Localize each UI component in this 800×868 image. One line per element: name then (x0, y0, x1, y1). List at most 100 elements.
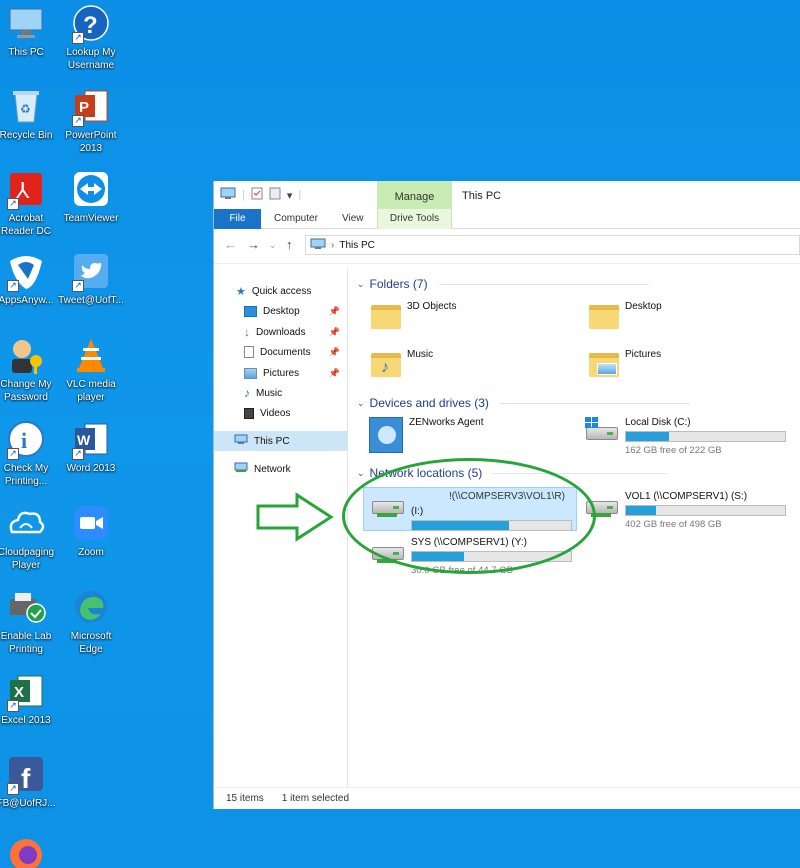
tab-computer[interactable]: Computer (274, 209, 318, 229)
nav-label: Documents (260, 346, 311, 358)
desktop-icon-check-printing[interactable]: i ↗ Check My Printing... (0, 418, 61, 488)
computer-icon[interactable] (220, 187, 236, 203)
chevron-down-icon: ⌄ (357, 397, 365, 408)
annotation-arrow-icon (256, 492, 334, 542)
desktop-icon-vlc[interactable]: VLC media player (56, 334, 126, 404)
acrobat-icon: ⅄ ↗ (5, 168, 47, 210)
powerpoint-icon: P ↗ (70, 85, 112, 127)
facebook-icon: f ↗ (5, 753, 47, 795)
pin-icon[interactable]: 📌 (329, 327, 340, 338)
pin-icon[interactable]: 📌 (329, 347, 340, 358)
chevron-down-icon: ⌄ (357, 467, 365, 478)
group-label: Folders (7) (369, 277, 428, 291)
nav-label: Quick access (251, 285, 312, 297)
group-header-devices[interactable]: ⌄ Devices and drives (3) (357, 396, 690, 410)
nav-label: Pictures (263, 367, 300, 379)
chevron-down-icon: ⌄ (357, 278, 365, 289)
address-box[interactable]: › This PC (305, 235, 800, 255)
device-local-disk-c[interactable]: Local Disk (C:) 162 GB free of 222 GB (583, 417, 786, 456)
nav-quick-access[interactable]: ★ Quick access (236, 281, 311, 301)
folder-pictures[interactable]: Pictures (589, 349, 661, 377)
desktop-icon (244, 305, 257, 317)
breadcrumb-this-pc[interactable]: This PC (339, 240, 375, 251)
desktop-icon-recycle-bin[interactable]: ♻ Recycle Bin (0, 85, 61, 142)
desktop-icon-excel[interactable]: X ↗ Excel 2013 (0, 670, 61, 727)
tab-view[interactable]: View (342, 209, 364, 229)
forward-arrow-icon[interactable]: → (247, 237, 260, 252)
desktop-icon-teamviewer[interactable]: TeamViewer (56, 168, 126, 225)
svg-text:f: f (21, 763, 31, 793)
question-icon: ? ↗ (70, 2, 112, 44)
appsanywhere-icon: ↗ (5, 250, 47, 292)
svg-text:P: P (79, 99, 89, 116)
cloud-icon (5, 502, 47, 544)
desktop-icon-this-pc[interactable]: This PC (0, 2, 61, 59)
music-note-icon: ♪ (244, 386, 250, 400)
nav-item-desktop[interactable]: Desktop 📌 (244, 301, 344, 321)
device-zenworks-agent[interactable]: ZENworks Agent (369, 417, 483, 453)
desktop-icon-change-password[interactable]: Change My Password (0, 334, 61, 404)
nav-label: Videos (260, 407, 291, 419)
pin-icon[interactable]: 📌 (329, 368, 340, 379)
nav-item-music[interactable]: ♪ Music (244, 383, 282, 403)
manage-context-tab[interactable]: Manage (377, 181, 452, 209)
nav-item-videos[interactable]: Videos (244, 403, 290, 423)
nav-item-this-pc[interactable]: This PC (214, 431, 347, 451)
desktop-icon-twitter[interactable]: ↗ Tweet@UofT... (56, 250, 126, 307)
desktop-icon-firefox[interactable] (0, 834, 61, 868)
nav-item-network[interactable]: Network (234, 459, 291, 479)
annotation-ellipse (342, 458, 596, 574)
download-arrow-icon: ↓ (244, 325, 250, 339)
excel-icon: X ↗ (5, 670, 47, 712)
drive-label: VOL1 (\\COMPSERV1) (S:) (625, 491, 748, 502)
nav-item-documents[interactable]: Documents 📌 (244, 342, 344, 362)
network-icon (234, 462, 248, 476)
desktop-icon-lookup-username[interactable]: ? ↗ Lookup My Username (56, 2, 126, 72)
folder-music[interactable]: ♪ Music (371, 349, 433, 377)
desktop-icon-appsanywhere[interactable]: ↗ AppsAnyw... (0, 250, 61, 307)
drive-usage-bar (625, 431, 786, 442)
properties-icon[interactable] (251, 187, 263, 203)
ribbon-tabs: File Computer View Drive Tools (214, 209, 800, 229)
desktop-icon-word[interactable]: W ↗ Word 2013 (56, 418, 126, 475)
drive-usage-fill (626, 506, 657, 515)
recent-locations-chevron-icon[interactable]: ⌄ (269, 240, 277, 251)
info-icon: i ↗ (5, 418, 47, 460)
desktop-icon-zoom[interactable]: Zoom (56, 502, 126, 559)
drive-usage-fill (626, 432, 669, 441)
back-arrow-icon[interactable]: ← (224, 237, 237, 252)
status-bar: 15 items 1 item selected (214, 787, 800, 809)
documents-icon (244, 346, 254, 358)
customize-toolbar-icon[interactable]: ▾ (287, 189, 293, 202)
desktop-icon-edge[interactable]: Microsoft Edge (56, 586, 126, 656)
teamviewer-icon (70, 168, 112, 210)
nav-item-pictures[interactable]: Pictures 📌 (244, 363, 344, 383)
desktop-icon-facebook[interactable]: f ↗ FB@UofRJ... (0, 753, 61, 810)
device-label: ZENworks Agent (409, 417, 484, 428)
folder-label: Pictures (625, 349, 662, 360)
pictures-folder-icon (589, 349, 619, 377)
tab-file[interactable]: File (214, 209, 261, 229)
folder-desktop[interactable]: Desktop (589, 301, 662, 329)
nav-label: Downloads (256, 326, 306, 338)
nav-label: Desktop (263, 305, 300, 317)
desktop-icon-enable-lab-printing[interactable]: Enable Lab Printing (0, 586, 61, 656)
drive-usage-bar (625, 505, 786, 516)
address-bar-row: ← → ⌄ ↑ › This PC (214, 229, 800, 261)
group-header-folders[interactable]: ⌄ Folders (7) (357, 277, 649, 291)
quick-access-toolbar: | ▾ | (220, 187, 301, 203)
this-pc-icon (5, 2, 47, 44)
up-arrow-icon[interactable]: ↑ (286, 237, 293, 252)
tab-drive-tools[interactable]: Drive Tools (377, 209, 452, 229)
network-drive-s[interactable]: VOL1 (\\COMPSERV1) (S:) 402 GB free of 4… (583, 491, 786, 530)
nav-item-downloads[interactable]: ↓ Downloads 📌 (244, 322, 344, 342)
new-folder-icon[interactable] (269, 187, 281, 203)
folder-3d-objects[interactable]: 3D Objects (371, 301, 456, 329)
svg-text:♻: ♻ (20, 102, 31, 116)
desktop-icon-powerpoint[interactable]: P ↗ PowerPoint 2013 (56, 85, 126, 155)
desktop-icon-cloudpaging[interactable]: Cloudpaging Player (0, 502, 61, 572)
group-rule (499, 402, 690, 404)
desktop-icon-acrobat[interactable]: ⅄ ↗ Acrobat Reader DC (0, 168, 61, 238)
folder-label: 3D Objects (407, 301, 457, 312)
pin-icon[interactable]: 📌 (329, 306, 340, 317)
